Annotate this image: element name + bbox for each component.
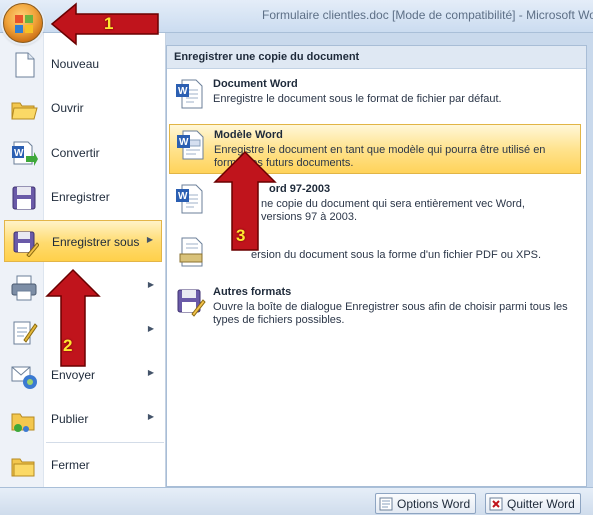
menu-item-convertir[interactable]: W Convertir — [4, 132, 162, 174]
menu-label: Convertir — [51, 146, 100, 160]
svg-text:W: W — [179, 137, 189, 148]
quit-word-button[interactable]: Quitter Word — [485, 493, 581, 514]
menu-label: Enregistrer sous — [52, 235, 140, 249]
menu-item-enregistrer-sous[interactable]: Enregistrer sous ▶ — [4, 220, 162, 262]
menu-label: Enregistrer — [51, 190, 110, 204]
options-icon — [379, 497, 393, 510]
convert-icon: W — [12, 141, 38, 166]
submenu-item-title: ord 97-2003 — [269, 183, 331, 195]
submenu-arrow-icon: ▶ — [147, 324, 154, 333]
submenu-item-description: Ouvre la boîte de dialogue Enregistrer s… — [213, 301, 568, 326]
office-button[interactable] — [3, 3, 43, 43]
menu-item-ouvrir[interactable]: Ouvrir — [4, 87, 162, 129]
submenu-arrow-icon: ▶ — [146, 235, 153, 244]
send-icon — [11, 366, 37, 389]
submenu-item-autres-formats[interactable]: Autres formats Ouvre la boîte de dialogu… — [169, 282, 581, 328]
menu-item-nouveau[interactable]: Nouveau — [4, 43, 162, 85]
print-icon — [11, 275, 37, 301]
open-folder-icon — [11, 102, 38, 120]
menu-label: Ouvrir — [51, 101, 84, 115]
submenu-item-title: Autres formats — [213, 286, 292, 298]
office-logo-icon — [15, 15, 33, 33]
svg-text:W: W — [178, 86, 188, 97]
word-document-icon: W — [176, 79, 203, 109]
bottom-bar: Options Word Quitter Word — [0, 487, 593, 515]
submenu-header: Enregistrer une copie du document — [167, 46, 586, 69]
save-as-icon — [13, 231, 39, 257]
annotation-number-1: 1 — [104, 14, 114, 33]
close-icon — [489, 497, 503, 510]
annotation-number-2: 2 — [63, 336, 73, 355]
submenu-arrow-icon: ▶ — [147, 412, 154, 421]
office-menu-left: Nouveau Ouvrir W Convertir Enregistrer E… — [0, 33, 166, 487]
save-icon — [12, 186, 36, 210]
publish-icon — [11, 413, 35, 432]
svg-text:W: W — [14, 148, 24, 159]
menu-item-enregistrer[interactable]: Enregistrer — [4, 176, 162, 218]
submenu-arrow-icon: ▶ — [147, 280, 154, 289]
submenu-item-description: ne copie du document qui sera entièremen… — [261, 198, 525, 223]
annotation-number-3: 3 — [236, 226, 246, 245]
menu-label: Publier — [51, 412, 89, 426]
menu-label: Envoyer — [51, 368, 96, 382]
quit-word-label: Quitter Word — [507, 496, 575, 511]
submenu-item-title: Document Word — [213, 78, 298, 90]
word-97-icon: W — [176, 184, 203, 214]
pdf-xps-icon — [179, 237, 203, 267]
submenu-arrow-icon: ▶ — [147, 368, 154, 377]
annotation-arrow-2 — [45, 268, 101, 367]
new-document-icon — [15, 52, 35, 78]
submenu-item-title: Modèle Word — [214, 129, 283, 141]
word-template-icon: W — [177, 130, 204, 160]
other-formats-icon — [177, 289, 206, 317]
submenu-item-description: Enregistre le document sous le format de… — [213, 93, 502, 105]
options-word-button[interactable]: Options Word — [375, 493, 477, 514]
prepare-icon — [13, 321, 38, 345]
options-word-label: Options Word — [397, 496, 471, 511]
menu-item-fermer[interactable]: Fermer — [4, 444, 162, 486]
window-title: Formulaire clientles.doc [Mode de compat… — [262, 8, 593, 22]
menu-separator — [46, 442, 164, 443]
close-folder-icon — [11, 458, 35, 477]
menu-label: Nouveau — [51, 57, 100, 71]
menu-label: Fermer — [51, 458, 90, 472]
save-as-submenu: Enregistrer une copie du document W Docu… — [166, 45, 587, 487]
menu-item-publier[interactable]: Publier ▶ — [4, 398, 162, 440]
submenu-item-document-word[interactable]: W Document Word Enregistre le document s… — [169, 74, 581, 114]
svg-text:W: W — [178, 191, 188, 202]
